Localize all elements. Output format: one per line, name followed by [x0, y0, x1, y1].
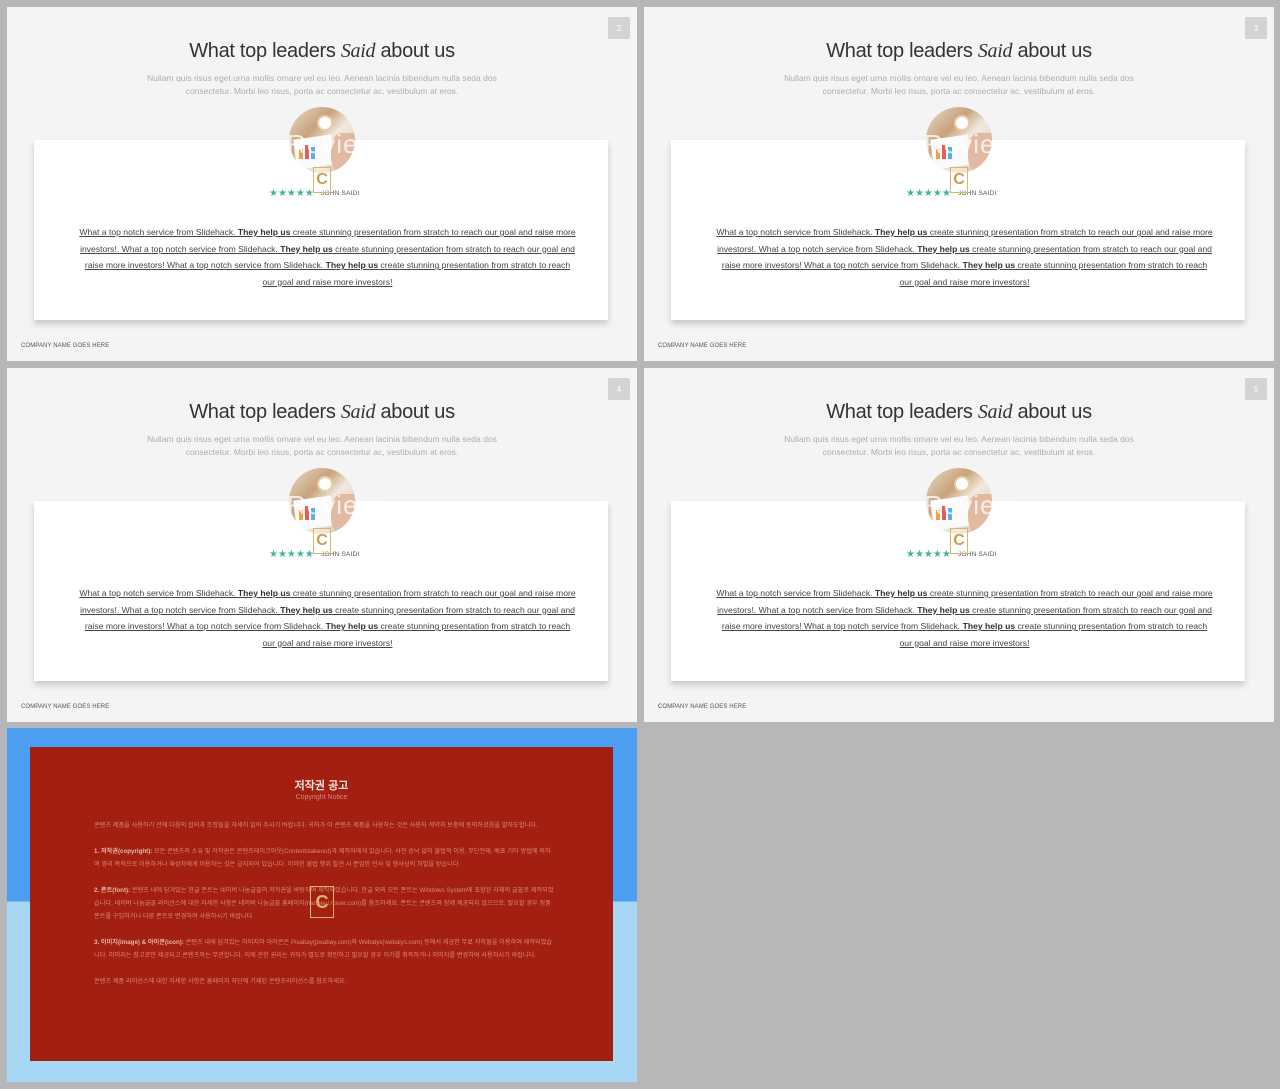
section-heading: 1. 저작권(copyright):	[94, 848, 153, 855]
copyright-notice-panel: 저작권 공고 Copyright Notice C 콘텐츠 제품을 사용하기 전…	[30, 747, 613, 1061]
copyright-intro: 콘텐츠 제품을 사용하기 전에 다음의 합의과 조항들을 자세히 읽어 주시기 …	[94, 822, 538, 829]
rating-stars-icon: ★★★★★	[906, 549, 951, 560]
slide-subtitle: Nullam quis risus eget urna mollis ornar…	[784, 434, 1134, 457]
quote-highlight: They help us	[325, 621, 379, 632]
quote-highlight: They help us	[962, 260, 1016, 271]
copyright-body: 콘텐츠 제품을 사용하기 전에 다음의 합의과 조항들을 자세히 읽어 주시기 …	[94, 819, 554, 1001]
slide-thumbnail[interactable]: 4 What top leaders Said about us Nullam qu…	[7, 368, 637, 722]
rating-stars-icon: ★★★★★	[269, 549, 314, 560]
logo-badge: C	[313, 528, 331, 554]
page-number-badge: 3	[1245, 17, 1267, 39]
section-text: 모든 콘텐츠의 소유 및 저작권은 콘텐츠테이크아웃(Contentstakeo…	[94, 848, 551, 868]
copyright-section-2: 2. 폰트(font): 콘텐츠 내에 담겨있는 한글 폰트는 네이버 나눔글꼴…	[94, 884, 554, 923]
title-text: What top leaders	[826, 40, 978, 62]
quote-highlight: They help us	[874, 588, 928, 598]
quote-highlight: They help us	[280, 243, 333, 254]
slide-thumbnail[interactable]: 5 What top leaders Said about us Nullam qu…	[644, 368, 1274, 722]
copyright-slide-thumbnail[interactable]: 저작권 공고 Copyright Notice C 콘텐츠 제품을 사용하기 전…	[7, 728, 637, 1082]
quote-text: What a top notch service from Slidehack.	[716, 588, 875, 598]
company-name-footer: COMPANY NAME GOES HERE	[21, 704, 110, 710]
slide-title: What top leaders Said about us	[644, 40, 1274, 63]
quote-highlight: They help us	[237, 227, 291, 237]
copyright-outro: 콘텐츠 제품 라이선스에 대한 자세한 사항은 홈페이지 하단에 기재된 콘텐츠…	[94, 978, 347, 985]
title-text: about us	[375, 401, 455, 423]
slide-subtitle: Nullam quis risus eget urna mollis ornar…	[784, 73, 1134, 96]
title-text: about us	[375, 40, 455, 62]
quote-highlight: They help us	[962, 621, 1016, 632]
title-text: about us	[1012, 401, 1092, 423]
quote-highlight: They help us	[917, 243, 970, 254]
title-text: What top leaders	[826, 401, 978, 423]
quote-text: What a top notch service from Slidehack.	[79, 227, 238, 237]
quote-highlight: They help us	[280, 604, 333, 615]
slide-subtitle: Nullam quis risus eget urna mollis ornar…	[147, 434, 497, 457]
title-emphasis: Said	[340, 401, 376, 423]
title-emphasis: Said	[340, 40, 376, 62]
logo-badge: C	[950, 528, 968, 554]
quote-text: What a top notch service from Slidehack.	[716, 227, 875, 237]
testimonial-quote: What a top notch service from Slidehack.…	[79, 224, 576, 290]
section-text: 콘텐츠 내에 담겨있는 한글 폰트는 네이버 나눔글꼴의 저작권을 바탕하여 제…	[94, 887, 554, 920]
quote-highlight: They help us	[237, 588, 291, 598]
slide-thumbnail[interactable]: 2 What top leaders Said about us Nullam qu…	[7, 7, 637, 361]
preview-watermark: Review	[287, 490, 379, 520]
title-text: What top leaders	[189, 40, 341, 62]
quote-text: What a top notch service from Slidehack.	[79, 588, 238, 598]
logo-badge: C	[950, 167, 968, 193]
title-emphasis: Said	[977, 401, 1013, 423]
title-text: about us	[1012, 40, 1092, 62]
copyright-title: 저작권 공고	[294, 780, 349, 792]
quote-highlight: They help us	[325, 260, 379, 271]
testimonial-quote: What a top notch service from Slidehack.…	[716, 585, 1213, 651]
title-text: What top leaders	[189, 401, 341, 423]
copyright-subtitle: Copyright Notice	[295, 794, 348, 801]
company-name-footer: COMPANY NAME GOES HERE	[658, 704, 747, 710]
rating-stars-icon: ★★★★★	[906, 188, 951, 199]
page-number-badge: 5	[1245, 378, 1267, 400]
slide-title: What top leaders Said about us	[644, 401, 1274, 424]
company-name-footer: COMPANY NAME GOES HERE	[658, 343, 747, 349]
page-number-badge: 4	[608, 378, 630, 400]
copyright-section-3: 3. 이미지(image) & 아이콘(icon): 콘텐츠 내에 담겨있는 이…	[94, 936, 554, 962]
logo-badge: C	[313, 167, 331, 193]
rating-stars-icon: ★★★★★	[269, 188, 314, 199]
testimonial-quote: What a top notch service from Slidehack.…	[716, 224, 1213, 290]
preview-watermark: Review	[287, 129, 379, 159]
preview-watermark: Review	[924, 129, 1016, 159]
slide-title: What top leaders Said about us	[7, 40, 637, 63]
section-heading: 2. 폰트(font):	[94, 887, 131, 894]
company-name-footer: COMPANY NAME GOES HERE	[21, 343, 110, 349]
quote-highlight: They help us	[874, 227, 928, 237]
title-emphasis: Said	[977, 40, 1013, 62]
page-number-badge: 2	[608, 17, 630, 39]
section-heading: 3. 이미지(image) & 아이콘(icon):	[94, 939, 184, 946]
slide-subtitle: Nullam quis risus eget urna mollis ornar…	[147, 73, 497, 96]
copyright-section-1: 1. 저작권(copyright): 모든 콘텐츠의 소유 및 저작권은 콘텐츠…	[94, 845, 554, 871]
slide-title: What top leaders Said about us	[7, 401, 637, 424]
testimonial-quote: What a top notch service from Slidehack.…	[79, 585, 576, 651]
slide-thumbnail[interactable]: 3 What top leaders Said about us Nullam qu…	[644, 7, 1274, 361]
quote-highlight: They help us	[917, 604, 970, 615]
preview-watermark: Review	[924, 490, 1016, 520]
